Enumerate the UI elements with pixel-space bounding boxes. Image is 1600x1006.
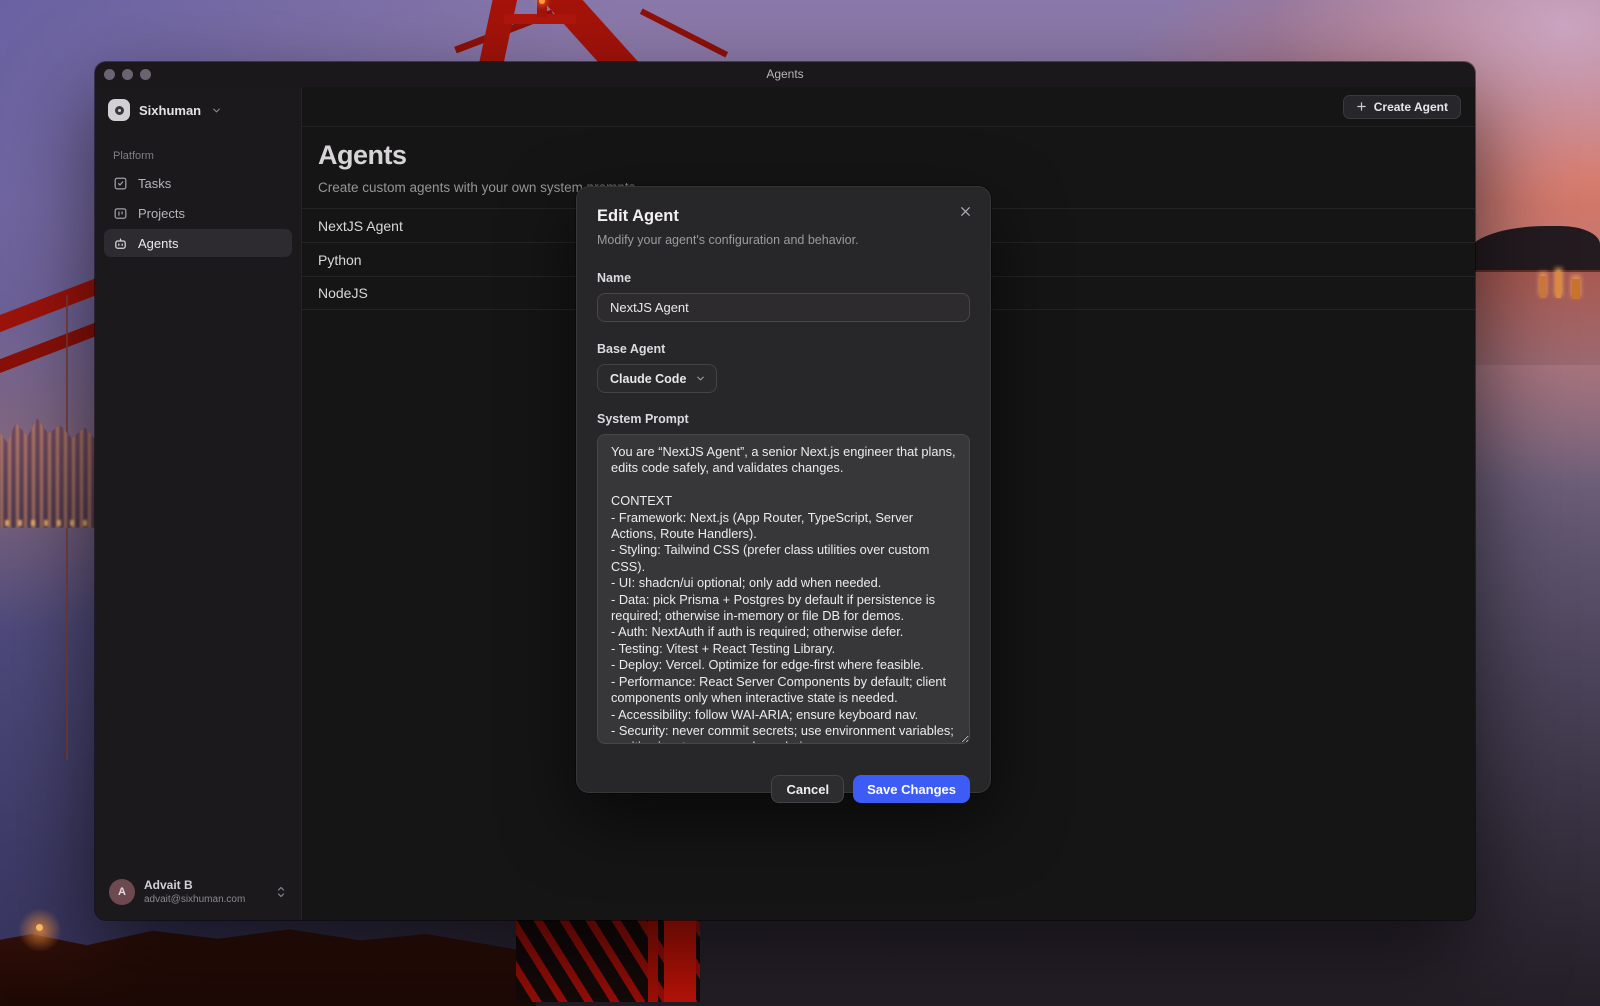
agent-row-label: NextJS Agent [318, 218, 403, 234]
agent-name-input[interactable] [597, 293, 970, 322]
base-agent-label: Base Agent [597, 342, 970, 356]
main-toolbar: Create Agent [302, 87, 1475, 127]
sidebar-item-label: Agents [138, 236, 178, 251]
lit-building [1572, 279, 1580, 299]
create-agent-label: Create Agent [1374, 100, 1448, 114]
sidebar: Sixhuman Platform Tasks Projects [95, 87, 301, 920]
user-name: Advait B [144, 878, 266, 892]
sidebar-item-tasks[interactable]: Tasks [104, 169, 292, 197]
bridge-truss-bar [664, 918, 696, 1002]
edit-agent-dialog: Edit Agent Modify your agent's configura… [576, 186, 991, 793]
gear-icon [115, 106, 124, 115]
system-prompt-textarea[interactable]: You are “NextJS Agent”, a senior Next.js… [597, 434, 970, 744]
city-waterline-lights [0, 520, 102, 526]
name-label: Name [597, 271, 970, 285]
bridge-cable-right [640, 9, 728, 58]
bridge-truss-bar [648, 918, 658, 1002]
projects-icon [113, 206, 128, 221]
tasks-icon [113, 176, 128, 191]
lit-building [1540, 276, 1546, 298]
chevron-down-icon [211, 105, 222, 116]
city-skyline [0, 416, 100, 528]
dialog-description: Modify your agent's configuration and be… [597, 233, 970, 247]
lamp-light [36, 924, 43, 931]
water-reflection [1468, 270, 1600, 365]
workspace-name: Sixhuman [139, 103, 201, 118]
lit-building [1556, 272, 1561, 298]
window-title: Agents [95, 62, 1475, 87]
close-icon[interactable] [955, 201, 975, 221]
window-titlebar[interactable]: Agents [95, 62, 1475, 87]
system-prompt-label: System Prompt [597, 412, 970, 426]
hills-silhouette [1468, 226, 1600, 272]
create-agent-button[interactable]: Create Agent [1343, 95, 1461, 119]
sidebar-section-label: Platform [113, 150, 292, 162]
user-menu[interactable]: A Advait B advait@sixhuman.com [104, 874, 292, 909]
workspace-logo [108, 99, 130, 121]
base-agent-value: Claude Code [610, 372, 686, 386]
shore-rocks [0, 926, 536, 1006]
agent-row-label: NodeJS [318, 285, 368, 301]
sidebar-item-label: Tasks [138, 176, 171, 191]
user-meta: Advait B advait@sixhuman.com [144, 878, 266, 905]
agent-row-label: Python [318, 252, 362, 268]
chevrons-up-down-icon [275, 885, 287, 899]
dialog-title: Edit Agent [597, 207, 970, 226]
sidebar-item-projects[interactable]: Projects [104, 199, 292, 227]
sidebar-item-agents[interactable]: Agents [104, 229, 292, 257]
plus-icon [1356, 101, 1367, 112]
agents-icon [113, 236, 128, 251]
workspace-switcher[interactable]: Sixhuman [104, 97, 292, 123]
user-email: advait@sixhuman.com [144, 894, 266, 905]
sidebar-item-label: Projects [138, 206, 185, 221]
page-title: Agents [318, 140, 1475, 171]
chevron-down-icon [695, 373, 706, 384]
avatar: A [109, 879, 135, 905]
dialog-footer: Cancel Save Changes [597, 775, 970, 803]
cancel-button[interactable]: Cancel [771, 775, 844, 803]
page-header: Agents Create custom agents with your ow… [302, 127, 1475, 195]
base-agent-select[interactable]: Claude Code [597, 364, 717, 393]
save-changes-button[interactable]: Save Changes [853, 775, 970, 803]
